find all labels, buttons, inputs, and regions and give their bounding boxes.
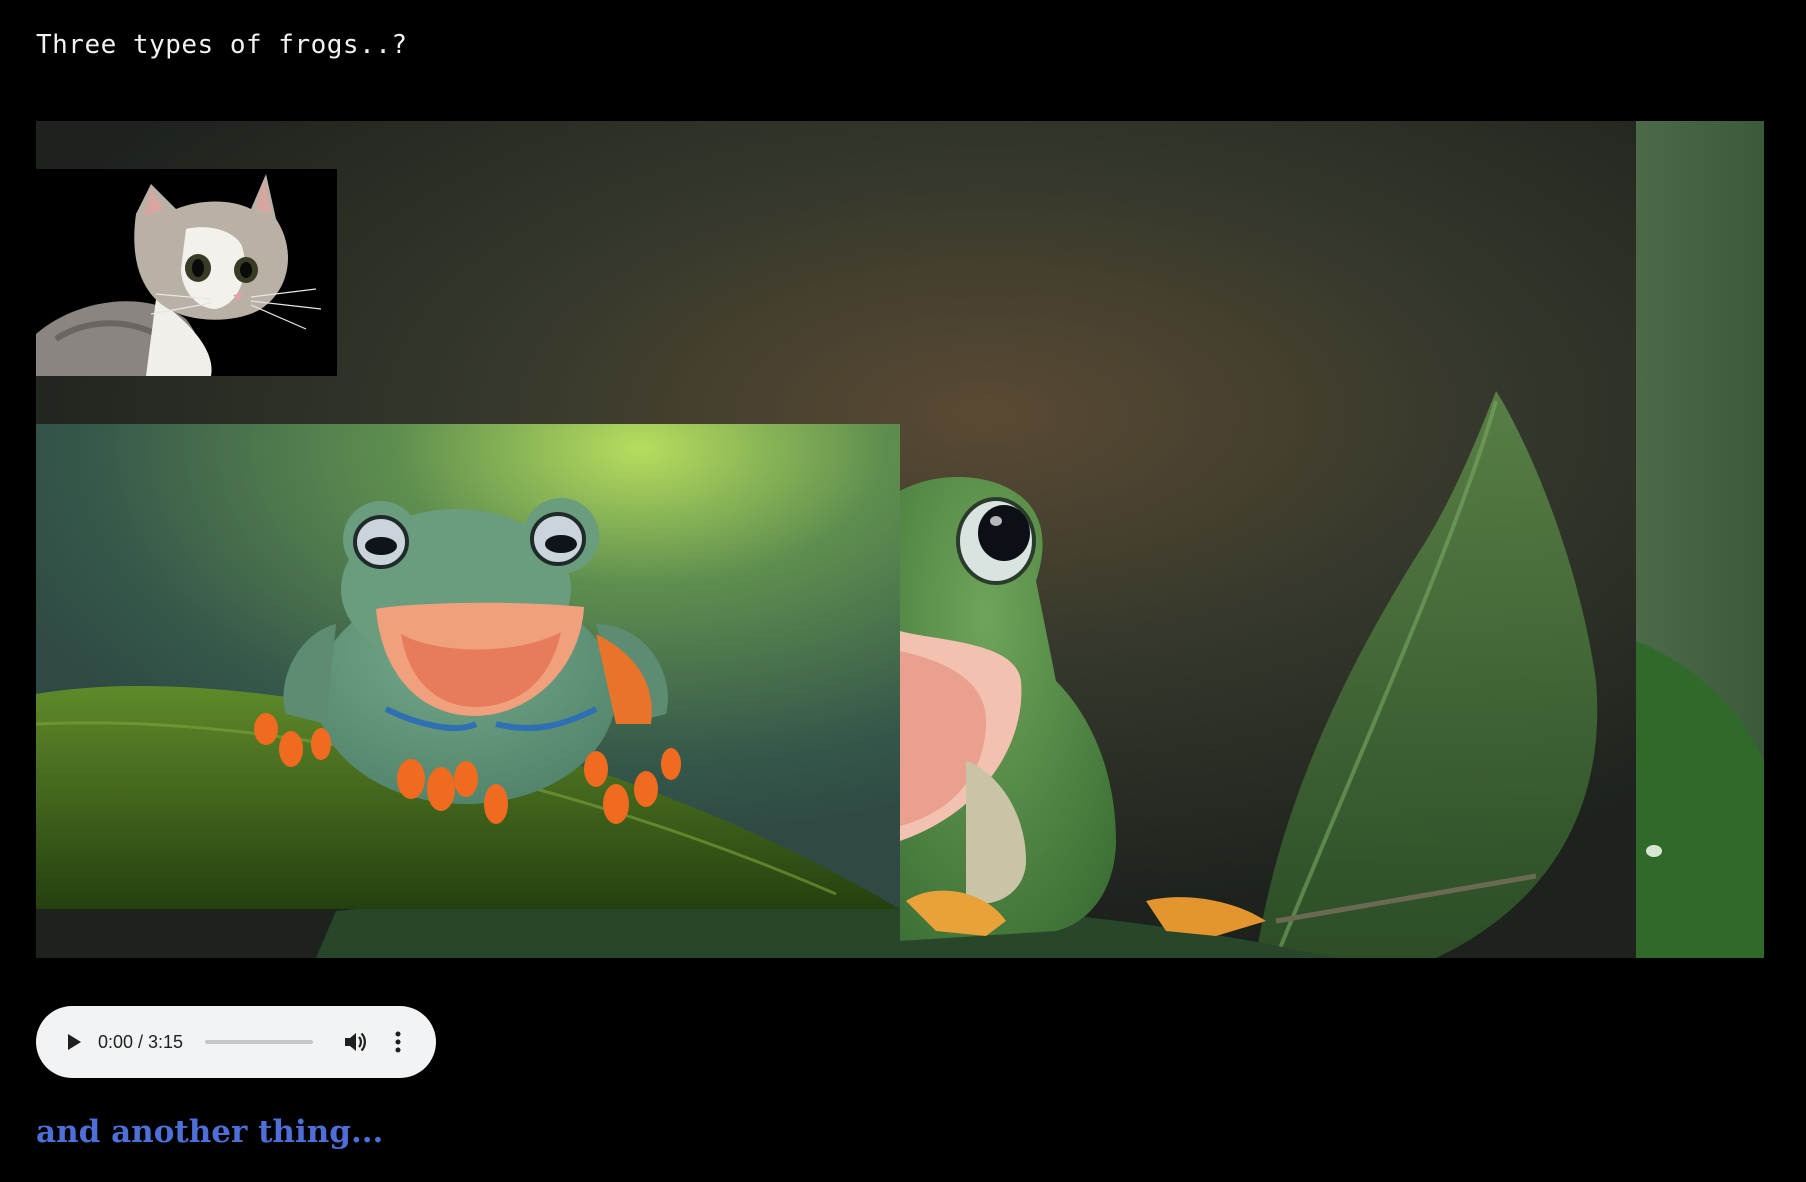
progress-slider[interactable] bbox=[205, 1040, 314, 1044]
page-title: Three types of frogs..? bbox=[36, 30, 408, 60]
play-icon[interactable] bbox=[60, 1028, 88, 1056]
time-display: 0:00 / 3:15 bbox=[98, 1031, 184, 1052]
section-heading: and another thing... bbox=[36, 1114, 384, 1150]
cat-image bbox=[36, 169, 337, 376]
audio-player[interactable]: 0:00 / 3:15 bbox=[36, 1006, 436, 1078]
frog-on-moss-image bbox=[36, 424, 900, 909]
volume-icon[interactable] bbox=[341, 1028, 369, 1056]
more-vert-icon[interactable] bbox=[387, 1028, 409, 1056]
